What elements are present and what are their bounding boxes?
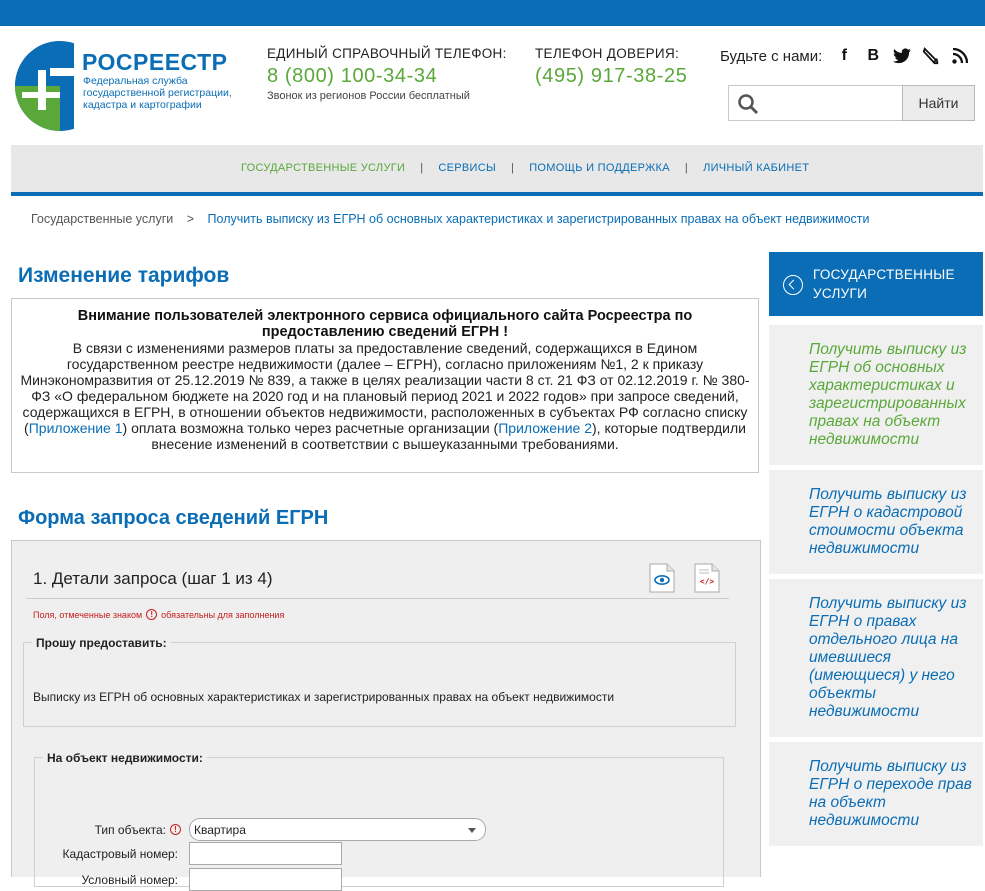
trust-line-number[interactable]: (495) 917-38-25 bbox=[535, 65, 687, 88]
request-text: Выписку из ЕГРН об основных характеристи… bbox=[33, 690, 615, 704]
cadastral-label: Кадастровый номер: bbox=[62, 846, 178, 861]
search-icon bbox=[738, 94, 759, 115]
preview-document-icon[interactable] bbox=[649, 563, 675, 593]
nav-item-services[interactable]: СЕРВИСЫ bbox=[438, 162, 496, 174]
conditional-row: Условный номер: bbox=[24, 868, 342, 891]
sidebar-header-label: ГОСУДАРСТВЕННЫЕ УСЛУГИ bbox=[813, 267, 955, 301]
xml-document-icon[interactable]: </> bbox=[694, 563, 720, 593]
sidebar-header[interactable]: ГОСУДАРСТВЕННЫЕ УСЛУГИ bbox=[769, 252, 983, 316]
form-heading: Форма запроса сведений ЕГРН bbox=[18, 507, 329, 529]
conditional-label: Условный номер: bbox=[81, 872, 178, 887]
hotline-block: ЕДИНЫЙ СПРАВОЧНЫЙ ТЕЛЕФОН: 8 (800) 100-3… bbox=[267, 46, 507, 102]
sidebar-item-person-rights[interactable]: Получить выписку из ЕГРН о правах отдель… bbox=[769, 579, 983, 737]
required-note-text: Поля, отмеченные знаком bbox=[33, 609, 143, 620]
breadcrumb-current[interactable]: Получить выписку из ЕГРН об основных хар… bbox=[208, 212, 870, 226]
notice-title: Внимание пользователей электронного серв… bbox=[77, 308, 693, 340]
sidebar-item-rights-transfer[interactable]: Получить выписку из ЕГРН о переходе прав… bbox=[769, 742, 983, 846]
request-fieldset: Прошу предоставить: Выписку из ЕГРН об о… bbox=[23, 636, 736, 727]
nav-separator: | bbox=[684, 162, 689, 174]
required-mark-icon: ! bbox=[146, 609, 158, 620]
top-bar bbox=[0, 0, 985, 26]
required-mark-icon: ! bbox=[170, 824, 181, 835]
logo-subtitle: Федеральная служба государственной регис… bbox=[83, 75, 232, 111]
rosreestr-logo[interactable]: РОСРЕЕСТР Федеральная служба государстве… bbox=[14, 40, 239, 132]
request-legend: Прошу предоставить: bbox=[32, 636, 171, 650]
appendix-1-link[interactable]: Приложение 1 bbox=[29, 420, 123, 436]
trust-line-label: ТЕЛЕФОН ДОВЕРИЯ: bbox=[535, 46, 680, 61]
step-title: 1. Детали запроса (шаг 1 из 4) bbox=[33, 569, 273, 588]
object-type-row: Тип объекта:! Квартира bbox=[24, 818, 486, 841]
conditional-number-input[interactable] bbox=[189, 868, 342, 891]
back-arrow-icon bbox=[783, 275, 803, 295]
hotline-note: Звонок из регионов России бесплатный bbox=[267, 90, 470, 102]
cadastral-row: Кадастровый номер: bbox=[24, 842, 342, 865]
step-divider bbox=[26, 598, 729, 599]
breadcrumb: Государственные услуги > Получить выписк… bbox=[31, 212, 870, 226]
vk-icon[interactable]: B bbox=[863, 46, 883, 66]
search-box: Найти bbox=[728, 85, 975, 121]
hotline-number[interactable]: 8 (800) 100-34-34 bbox=[267, 65, 507, 88]
object-type-select[interactable]: Квартира bbox=[189, 818, 486, 841]
request-form: 1. Детали запроса (шаг 1 из 4) </> Поля,… bbox=[11, 540, 761, 891]
nav-separator: | bbox=[511, 162, 515, 174]
rss-icon[interactable] bbox=[950, 46, 970, 66]
sidebar-list: Получить выписку из ЕГРН об основных хар… bbox=[769, 325, 983, 851]
search-button[interactable]: Найти bbox=[902, 85, 975, 121]
required-note-text: обязательны для заполнения bbox=[161, 609, 285, 620]
nav-item-public-services[interactable]: ГОСУДАРСТВЕННЫЕ УСЛУГИ bbox=[241, 162, 405, 174]
nav-item-help-support[interactable]: ПОМОЩЬ И ПОДДЕРЖКА bbox=[529, 162, 670, 174]
required-note: Поля, отмеченные знаком ! обязательны дл… bbox=[33, 609, 284, 620]
tariff-notice: Внимание пользователей электронного серв… bbox=[11, 298, 759, 473]
object-legend: На объект недвижимости: bbox=[43, 751, 207, 765]
sidebar-item-cadastral-value[interactable]: Получить выписку из ЕГРН о кадастровой с… bbox=[769, 470, 983, 574]
hotline-label: ЕДИНЫЙ СПРАВОЧНЫЙ ТЕЛЕФОН: bbox=[267, 46, 507, 61]
social-label: Будьте с нами: bbox=[720, 47, 823, 65]
sidebar-item-basic-extract[interactable]: Получить выписку из ЕГРН об основных хар… bbox=[769, 325, 983, 465]
notice-text: ) оплата возможна только через расчетные… bbox=[122, 420, 499, 436]
breadcrumb-home[interactable]: Государственные услуги bbox=[31, 212, 173, 226]
notice-body: В связи с изменениями размеров платы за … bbox=[18, 340, 752, 452]
livejournal-icon[interactable] bbox=[921, 46, 941, 66]
nav-separator: | bbox=[420, 162, 424, 174]
logo-name: РОСРЕЕСТР bbox=[82, 49, 228, 75]
facebook-icon[interactable]: f bbox=[834, 46, 854, 66]
cadastral-number-input[interactable] bbox=[189, 842, 342, 865]
appendix-2-link[interactable]: Приложение 2 bbox=[498, 420, 592, 436]
logo-emblem-icon bbox=[15, 41, 74, 131]
object-type-label: Тип объекта: bbox=[94, 822, 166, 837]
twitter-icon[interactable] bbox=[892, 46, 912, 66]
nav-item-personal-account[interactable]: ЛИЧНЫЙ КАБИНЕТ bbox=[703, 162, 809, 174]
breadcrumb-separator: > bbox=[186, 212, 195, 226]
svg-text:</>: </> bbox=[700, 577, 715, 586]
social-links: Будьте с нами: f B bbox=[720, 46, 979, 66]
tariff-heading: Изменение тарифов bbox=[18, 264, 230, 287]
main-nav: ГОСУДАРСТВЕННЫЕ УСЛУГИ | СЕРВИСЫ | ПОМОЩ… bbox=[11, 145, 983, 196]
trust-line-block: ТЕЛЕФОН ДОВЕРИЯ: (495) 917-38-25 bbox=[535, 46, 687, 88]
